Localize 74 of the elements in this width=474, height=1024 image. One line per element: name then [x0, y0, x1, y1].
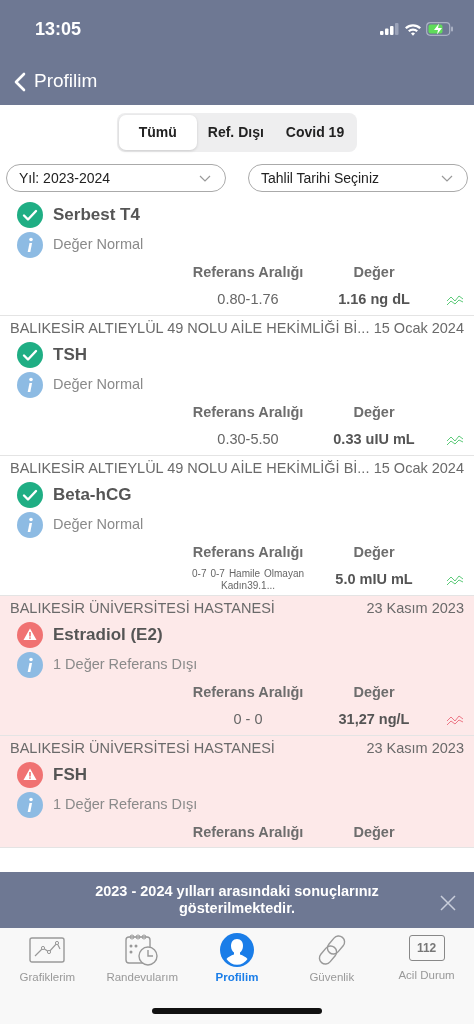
info-icon	[17, 652, 43, 678]
lab-name: BALIKESİR ÜNİVERSİTESİ HASTANESİ	[10, 739, 275, 759]
check-icon	[17, 202, 43, 228]
tab-bar-item[interactable]: 112 Acil Durum	[379, 932, 474, 987]
test-name: Beta-hCG	[53, 484, 132, 507]
result-date: 15 Ocak 2024	[373, 459, 464, 479]
reference-range: 0.80-1.76	[216, 290, 280, 310]
result-value: 0.33 uIU mL	[332, 430, 416, 450]
calendar-clock-icon	[124, 932, 161, 967]
dropdown[interactable]: Tahlil Tarihi Seçiniz	[248, 164, 468, 192]
result-date: 15 Ocak 2024	[373, 319, 464, 339]
result-status: Değer Normal	[53, 235, 144, 255]
chevron-down-icon	[199, 174, 211, 182]
result-card[interactable]: BALIKESİR ÜNİVERSİTESİ HASTANESİ 23 Kasım 2023 FSH 1 Değer Referans Dışı Referans Aralığı Değer	[0, 736, 474, 848]
info-icon	[17, 792, 43, 818]
back-button[interactable]: Profilim	[14, 67, 98, 96]
chevron-left-icon	[14, 71, 26, 92]
result-value: 1.16 ng dL	[337, 290, 411, 310]
reference-range: 0.30-5.50	[216, 430, 280, 450]
column-header: Referans Aralığı	[191, 823, 305, 843]
signal-icon	[380, 23, 400, 35]
battery-icon	[426, 22, 454, 36]
tab-bar-item[interactable]: Profilim	[190, 932, 284, 987]
trend-chart-icon[interactable]	[446, 293, 464, 307]
result-value: 31,27 ng/L	[337, 710, 411, 730]
line-chart-icon	[29, 934, 66, 965]
check-icon	[17, 342, 43, 368]
segment-tab[interactable]: Tümü	[118, 115, 197, 150]
lab-name: BALIKESİR ALTIEYLÜL 49 NOLU AİLE HEKİMLİĞİ Bİ...	[10, 319, 370, 339]
wifi-icon	[404, 22, 422, 36]
result-status: 1 Değer Referans Dışı	[53, 655, 198, 675]
trend-chart-icon[interactable]	[446, 573, 464, 587]
warning-icon	[17, 762, 43, 788]
trend-chart-icon[interactable]	[446, 713, 464, 727]
trend-chart-icon[interactable]	[446, 433, 464, 447]
test-name: TSH	[53, 344, 87, 367]
emergency-number-icon: 112	[408, 935, 445, 961]
info-icon	[17, 372, 43, 398]
result-status: Değer Normal	[53, 375, 144, 395]
info-icon	[17, 512, 43, 538]
test-name: FSH	[53, 764, 87, 787]
chevron-down-icon	[441, 174, 453, 182]
result-date: 23 Kasım 2023	[366, 599, 464, 619]
column-header: Değer	[352, 403, 396, 423]
column-header: Referans Aralığı	[191, 683, 305, 703]
test-name: Estradiol (E2)	[53, 624, 163, 647]
lab-name: BALIKESİR ÜNİVERSİTESİ HASTANESİ	[10, 599, 275, 619]
dropdown[interactable]: Yıl: 2023-2024	[6, 164, 226, 192]
result-card[interactable]: Serbest T4 Değer Normal Referans Aralığı Değer 0.80-1.76 1.16 ng dL	[0, 198, 474, 316]
reference-range: 0-7 0-7 Hamile Olmayan Kadın39.1...	[191, 567, 305, 593]
test-name: Serbest T4	[53, 204, 140, 227]
column-header: Referans Aralığı	[191, 403, 305, 423]
status-time: 13:05	[35, 17, 82, 41]
segment-tab[interactable]: Ref. Dışı	[196, 115, 275, 150]
column-header: Referans Aralığı	[191, 263, 305, 283]
result-card[interactable]: BALIKESİR ALTIEYLÜL 49 NOLU AİLE HEKİMLİĞİ Bİ... 15 Ocak 2024 TSH Değer Normal Referans Aralığı Değer 0.30-5.50 0.33 uIU mL	[0, 316, 474, 456]
column-header: Değer	[352, 543, 396, 563]
warning-icon	[17, 622, 43, 648]
lab-name: BALIKESİR ALTIEYLÜL 49 NOLU AİLE HEKİMLİĞİ Bİ...	[10, 459, 370, 479]
result-status: 1 Değer Referans Dışı	[53, 795, 198, 815]
result-card[interactable]: BALIKESİR ÜNİVERSİTESİ HASTANESİ 23 Kasım 2023 Estradiol (E2) 1 Değer Referans Dışı Referans Aralığı Değer 0 - 0 31,27 ng/L	[0, 596, 474, 736]
column-header: Değer	[352, 823, 396, 843]
result-value: 5.0 mIU mL	[334, 570, 414, 590]
result-date: 23 Kasım 2023	[366, 739, 464, 759]
column-header: Değer	[352, 683, 396, 703]
person-icon	[220, 932, 254, 967]
column-header: Referans Aralığı	[191, 543, 305, 563]
result-status: Değer Normal	[53, 515, 144, 535]
banner-text: 2023 - 2024 yılları arasındaki sonuçlarınız gösterilmektedir.	[94, 882, 380, 918]
reference-range: 0 - 0	[232, 710, 264, 730]
check-icon	[17, 482, 43, 508]
info-icon	[17, 232, 43, 258]
segment-tab[interactable]: Covid 19	[274, 115, 356, 150]
column-header: Değer	[352, 263, 396, 283]
